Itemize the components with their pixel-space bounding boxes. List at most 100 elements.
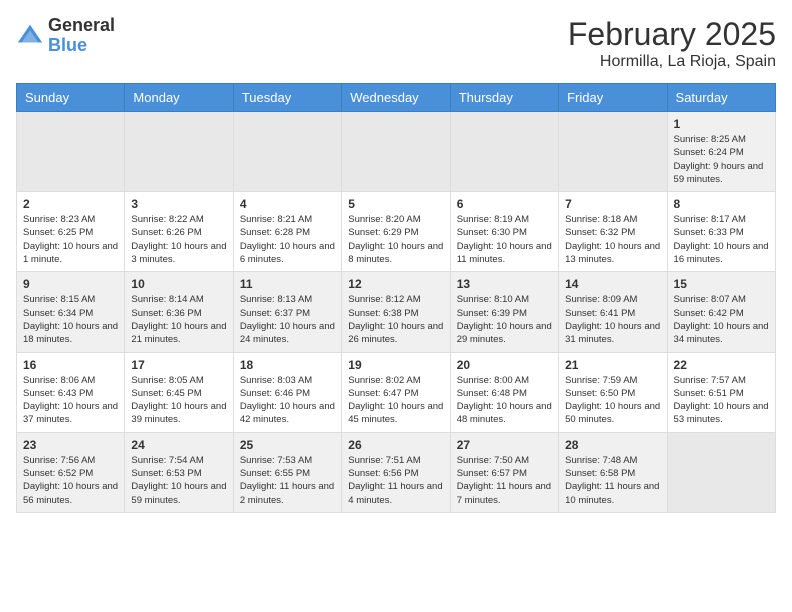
day-number: 12 <box>348 277 443 291</box>
calendar-day: 26 Sunrise: 7:51 AM Sunset: 6:56 PM Dayli… <box>342 432 450 512</box>
calendar-day: 8 Sunrise: 8:17 AM Sunset: 6:33 PM Daylig… <box>667 192 775 272</box>
day-number: 19 <box>348 358 443 372</box>
month-title: February 2025 <box>568 16 776 53</box>
day-number: 18 <box>240 358 335 372</box>
day-number: 20 <box>457 358 552 372</box>
calendar-day: 27 Sunrise: 7:50 AM Sunset: 6:57 PM Dayli… <box>450 432 558 512</box>
day-info: Sunrise: 8:14 AM Sunset: 6:36 PM Dayligh… <box>131 293 226 346</box>
calendar-day: 3 Sunrise: 8:22 AM Sunset: 6:26 PM Daylig… <box>125 192 233 272</box>
day-info: Sunrise: 8:02 AM Sunset: 6:47 PM Dayligh… <box>348 374 443 427</box>
calendar-day <box>342 112 450 192</box>
calendar-day: 13Sunrise: 8:10 AM Sunset: 6:39 PM Dayli… <box>450 272 558 352</box>
day-number: 27 <box>457 438 552 452</box>
title-block: February 2025 Hormilla, La Rioja, Spain <box>568 16 776 71</box>
day-number: 26 <box>348 438 443 452</box>
day-number: 6 <box>457 197 552 211</box>
calendar-day: 24 Sunrise: 7:54 AM Sunset: 6:53 PM Dayli… <box>125 432 233 512</box>
day-number: 14 <box>565 277 660 291</box>
calendar-day: 23 Sunrise: 7:56 AM Sunset: 6:52 PM Dayli… <box>17 432 125 512</box>
calendar-day: 15 Sunrise: 8:07 AM Sunset: 6:42 PM Dayli… <box>667 272 775 352</box>
logo-blue: Blue <box>48 35 87 55</box>
day-number: 11 <box>240 277 335 291</box>
day-number: 10 <box>131 277 226 291</box>
col-tuesday: Tuesday <box>233 84 341 112</box>
location: Hormilla, La Rioja, Spain <box>568 53 776 71</box>
day-number: 1 <box>674 117 769 131</box>
day-number: 8 <box>674 197 769 211</box>
calendar-day: 25 Sunrise: 7:53 AM Sunset: 6:55 PM Dayli… <box>233 432 341 512</box>
day-info: Sunrise: 8:20 AM Sunset: 6:29 PM Dayligh… <box>348 213 443 266</box>
day-number: 23 <box>23 438 118 452</box>
day-info: Sunrise: 8:09 AM Sunset: 6:41 PM Dayligh… <box>565 293 660 346</box>
day-info: Sunrise: 8:22 AM Sunset: 6:26 PM Dayligh… <box>131 213 226 266</box>
day-info: Sunrise: 7:50 AM Sunset: 6:57 PM Dayligh… <box>457 454 552 507</box>
calendar-day <box>559 112 667 192</box>
day-number: 22 <box>674 358 769 372</box>
day-number: 7 <box>565 197 660 211</box>
calendar: Sunday Monday Tuesday Wednesday Thursday… <box>16 83 776 513</box>
day-info: Sunrise: 8:13 AM Sunset: 6:37 PM Dayligh… <box>240 293 335 346</box>
day-info: Sunrise: 7:48 AM Sunset: 6:58 PM Dayligh… <box>565 454 660 507</box>
col-wednesday: Wednesday <box>342 84 450 112</box>
calendar-day: 5 Sunrise: 8:20 AM Sunset: 6:29 PM Daylig… <box>342 192 450 272</box>
calendar-week-row: 23 Sunrise: 7:56 AM Sunset: 6:52 PM Dayli… <box>17 432 776 512</box>
calendar-header-row: Sunday Monday Tuesday Wednesday Thursday… <box>17 84 776 112</box>
day-info: Sunrise: 8:19 AM Sunset: 6:30 PM Dayligh… <box>457 213 552 266</box>
calendar-day: 7 Sunrise: 8:18 AM Sunset: 6:32 PM Daylig… <box>559 192 667 272</box>
day-info: Sunrise: 7:54 AM Sunset: 6:53 PM Dayligh… <box>131 454 226 507</box>
calendar-day: 20 Sunrise: 8:00 AM Sunset: 6:48 PM Dayli… <box>450 352 558 432</box>
day-info: Sunrise: 8:00 AM Sunset: 6:48 PM Dayligh… <box>457 374 552 427</box>
day-number: 4 <box>240 197 335 211</box>
logo-icon <box>16 22 44 50</box>
day-number: 13 <box>457 277 552 291</box>
day-info: Sunrise: 7:57 AM Sunset: 6:51 PM Dayligh… <box>674 374 769 427</box>
calendar-day <box>450 112 558 192</box>
day-info: Sunrise: 8:23 AM Sunset: 6:25 PM Dayligh… <box>23 213 118 266</box>
col-monday: Monday <box>125 84 233 112</box>
col-thursday: Thursday <box>450 84 558 112</box>
col-friday: Friday <box>559 84 667 112</box>
day-info: Sunrise: 8:03 AM Sunset: 6:46 PM Dayligh… <box>240 374 335 427</box>
day-info: Sunrise: 8:21 AM Sunset: 6:28 PM Dayligh… <box>240 213 335 266</box>
calendar-day: 21Sunrise: 7:59 AM Sunset: 6:50 PM Dayli… <box>559 352 667 432</box>
day-number: 15 <box>674 277 769 291</box>
calendar-day: 28 Sunrise: 7:48 AM Sunset: 6:58 PM Dayli… <box>559 432 667 512</box>
calendar-day: 12 Sunrise: 8:12 AM Sunset: 6:38 PM Dayli… <box>342 272 450 352</box>
calendar-week-row: 1Sunrise: 8:25 AM Sunset: 6:24 PM Daylig… <box>17 112 776 192</box>
calendar-day: 16Sunrise: 8:06 AM Sunset: 6:43 PM Dayli… <box>17 352 125 432</box>
day-number: 5 <box>348 197 443 211</box>
calendar-day: 22 Sunrise: 7:57 AM Sunset: 6:51 PM Dayli… <box>667 352 775 432</box>
day-info: Sunrise: 8:07 AM Sunset: 6:42 PM Dayligh… <box>674 293 769 346</box>
day-number: 3 <box>131 197 226 211</box>
day-info: Sunrise: 7:53 AM Sunset: 6:55 PM Dayligh… <box>240 454 335 507</box>
day-info: Sunrise: 7:56 AM Sunset: 6:52 PM Dayligh… <box>23 454 118 507</box>
calendar-day: 2Sunrise: 8:23 AM Sunset: 6:25 PM Daylig… <box>17 192 125 272</box>
calendar-day <box>125 112 233 192</box>
calendar-day: 11 Sunrise: 8:13 AM Sunset: 6:37 PM Dayli… <box>233 272 341 352</box>
day-info: Sunrise: 8:12 AM Sunset: 6:38 PM Dayligh… <box>348 293 443 346</box>
calendar-day: 19 Sunrise: 8:02 AM Sunset: 6:47 PM Dayli… <box>342 352 450 432</box>
day-number: 17 <box>131 358 226 372</box>
calendar-day: 10 Sunrise: 8:14 AM Sunset: 6:36 PM Dayli… <box>125 272 233 352</box>
calendar-week-row: 2Sunrise: 8:23 AM Sunset: 6:25 PM Daylig… <box>17 192 776 272</box>
day-number: 28 <box>565 438 660 452</box>
col-saturday: Saturday <box>667 84 775 112</box>
logo: General Blue <box>16 16 115 56</box>
calendar-day: 1Sunrise: 8:25 AM Sunset: 6:24 PM Daylig… <box>667 112 775 192</box>
calendar-day: 9 Sunrise: 8:15 AM Sunset: 6:34 PM Daylig… <box>17 272 125 352</box>
day-info: Sunrise: 8:06 AM Sunset: 6:43 PM Dayligh… <box>23 374 118 427</box>
day-info: Sunrise: 8:15 AM Sunset: 6:34 PM Dayligh… <box>23 293 118 346</box>
calendar-day <box>233 112 341 192</box>
day-number: 9 <box>23 277 118 291</box>
day-info: Sunrise: 7:51 AM Sunset: 6:56 PM Dayligh… <box>348 454 443 507</box>
day-info: Sunrise: 8:05 AM Sunset: 6:45 PM Dayligh… <box>131 374 226 427</box>
day-number: 25 <box>240 438 335 452</box>
day-info: Sunrise: 8:17 AM Sunset: 6:33 PM Dayligh… <box>674 213 769 266</box>
calendar-day: 6 Sunrise: 8:19 AM Sunset: 6:30 PM Daylig… <box>450 192 558 272</box>
logo-text: General Blue <box>48 16 115 56</box>
calendar-week-row: 9 Sunrise: 8:15 AM Sunset: 6:34 PM Daylig… <box>17 272 776 352</box>
day-number: 24 <box>131 438 226 452</box>
calendar-week-row: 16Sunrise: 8:06 AM Sunset: 6:43 PM Dayli… <box>17 352 776 432</box>
day-info: Sunrise: 8:18 AM Sunset: 6:32 PM Dayligh… <box>565 213 660 266</box>
logo-general: General <box>48 15 115 35</box>
